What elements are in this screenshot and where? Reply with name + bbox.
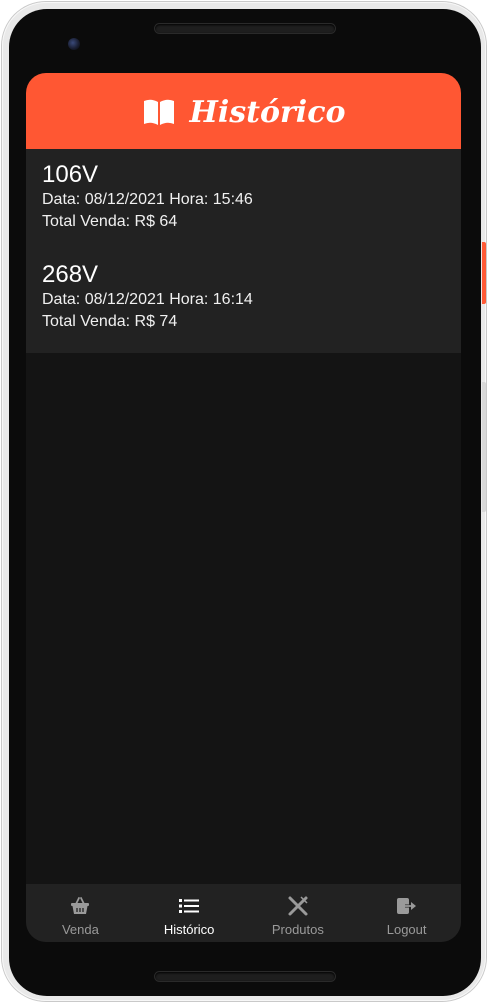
list-icon xyxy=(179,899,200,913)
utensils-icon xyxy=(288,896,308,916)
bottom-speaker xyxy=(155,972,335,981)
volume-button xyxy=(482,382,486,512)
nav-label: Histórico xyxy=(163,922,215,937)
nav-label: Logout xyxy=(386,922,427,937)
sale-total: Total Venda: R$ 74 xyxy=(42,313,178,330)
book-icon xyxy=(143,99,174,125)
logout-icon xyxy=(396,898,416,914)
nav-item-logout[interactable]: Logout xyxy=(352,884,461,942)
page-title: Histórico xyxy=(189,94,346,130)
front-camera-icon xyxy=(68,38,80,50)
sale-date-time: Data: 08/12/2021 Hora: 16:14 xyxy=(42,291,253,308)
sale-id: 106V xyxy=(42,161,99,188)
sale-list-item[interactable]: 268V Data: 08/12/2021 Hora: 16:14 Total … xyxy=(42,261,253,333)
app-screen: Histórico 106V Data: 08/12/2021 Hora: 15… xyxy=(26,73,461,942)
earpiece-speaker xyxy=(155,24,335,33)
nav-label: Produtos xyxy=(271,922,324,937)
sale-id: 268V xyxy=(42,261,99,288)
nav-item-historico[interactable]: Histórico xyxy=(135,884,244,942)
app-header: Histórico xyxy=(26,73,461,149)
power-button xyxy=(482,242,486,304)
sales-history-list: 106V Data: 08/12/2021 Hora: 15:46 Total … xyxy=(26,149,461,353)
sale-list-item[interactable]: 106V Data: 08/12/2021 Hora: 15:46 Total … xyxy=(42,161,253,233)
sale-total: Total Venda: R$ 64 xyxy=(42,213,178,230)
basket-icon xyxy=(71,897,90,914)
nav-label: Venda xyxy=(61,922,99,937)
nav-item-produtos[interactable]: Produtos xyxy=(244,884,353,942)
nav-item-venda[interactable]: Venda xyxy=(26,884,135,942)
bottom-navigation: Venda Histórico Produtos Logout xyxy=(26,884,461,942)
sale-date-time: Data: 08/12/2021 Hora: 15:46 xyxy=(42,191,253,208)
